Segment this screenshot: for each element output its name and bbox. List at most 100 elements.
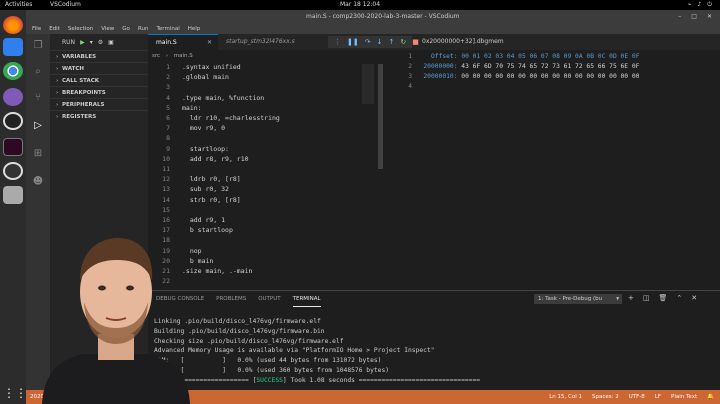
code-line[interactable]: ldrb r0, [r8] [182,175,241,183]
section-watch[interactable]: › WATCH [50,62,148,74]
emacs-icon[interactable] [3,88,23,106]
network-icon[interactable]: ⌁ [688,0,692,10]
activities-button[interactable]: Activities [5,0,32,10]
explorer-icon[interactable]: ❐ [32,40,44,52]
step-into-icon[interactable]: ↓ [377,38,383,46]
terminal-select[interactable]: 1: Task - Pre-Debug (bu ▾ [534,294,622,304]
success-suffix: ] Took 1.08 seconds ====================… [282,376,481,384]
source-control-icon[interactable]: ⑂ [32,92,44,104]
code-line[interactable]: mov r9, 0 [182,124,225,132]
gear-icon[interactable]: ⚙ [98,39,103,46]
tab-label: 0x20000000+32].dbgmem [422,38,504,45]
github-desktop-icon[interactable] [3,162,23,180]
code-line[interactable]: main: [182,104,202,112]
add-terminal-icon[interactable]: + [628,294,634,302]
status-language[interactable]: Plain Text [671,390,697,404]
vscodium-icon[interactable] [3,38,23,56]
section-variables[interactable]: › VARIABLES [50,50,148,62]
close-icon[interactable]: ✕ [691,294,697,302]
terminal-icon[interactable] [3,138,23,156]
power-icon[interactable]: ⏻ [707,0,712,10]
line-number: 3 [408,73,412,80]
status-eol[interactable]: LF [655,390,661,404]
maximize-icon[interactable]: □ [691,10,697,24]
menu-view[interactable]: View [101,24,114,34]
clock[interactable]: Mar 18 12:04 [340,0,380,10]
github-icon[interactable] [3,112,23,130]
search-icon[interactable]: ⌕ [32,66,44,78]
code-line[interactable]: .size main, .-main [182,267,252,275]
extensions-icon[interactable]: ⊞ [32,148,44,160]
line-number: 10 [162,154,170,163]
run-debug-icon[interactable]: ▷ [32,120,44,132]
code-line[interactable]: .type main, %function [182,94,264,102]
drag-handle-icon[interactable]: ⋮ [334,38,341,46]
code-line[interactable]: sub r0, 32 [182,185,229,193]
editor-scrollbar[interactable] [378,64,383,169]
start-debugging-icon[interactable]: ▶ [80,39,85,46]
firefox-icon[interactable] [3,16,23,34]
status-cursor-position[interactable]: Ln 15, Col 1 [549,390,582,404]
show-apps-icon[interactable]: ⋮⋮ [3,384,27,402]
debug-console-icon[interactable]: ▣ [108,39,114,46]
memory-view[interactable]: 1 Offset: 00 01 02 03 04 05 06 07 08 09 … [388,50,720,290]
step-over-icon[interactable]: ↷ [365,38,371,46]
files-icon[interactable] [3,186,23,204]
restart-icon[interactable]: ↻ [400,38,406,46]
step-out-icon[interactable]: ↑ [388,38,394,46]
system-top-bar: Activities VSCodium Mar 18 12:04 ⌁ ♪ ⏻ [0,0,720,10]
code-line[interactable]: .syntax unified [182,63,241,71]
code-line[interactable]: add r8, r9, r10 [182,155,249,163]
section-registers[interactable]: › REGISTERS [50,110,148,122]
breadcrumb-folder[interactable]: src [152,53,160,59]
terminal-line: Checking size .pio/build/disco_l476vg/fi… [154,337,344,345]
menu-go[interactable]: Go [122,24,130,34]
section-breakpoints[interactable]: › BREAKPOINTS [50,86,148,98]
close-icon[interactable]: ✕ [207,35,212,51]
terminal-output[interactable]: Linking .pio/build/disco_l476vg/firmware… [154,317,480,386]
split-terminal-icon[interactable]: ◫ [643,294,650,302]
breadcrumb: src › main.S [148,50,197,62]
webcam-overlay [40,222,192,404]
minimize-icon[interactable]: – [678,10,681,24]
chevron-up-icon[interactable]: ⌃ [676,294,682,302]
config-dropdown-icon[interactable]: ▾ [90,39,93,46]
menu-file[interactable]: File [32,24,41,34]
code-line[interactable]: ldr r10, =charlesstring [182,114,280,122]
code-line[interactable]: .global main [182,73,229,81]
menu-terminal[interactable]: Terminal [156,24,179,34]
minimap[interactable] [362,64,374,104]
status-indentation[interactable]: Spaces: 2 [592,390,619,404]
breadcrumb-file[interactable]: main.S [174,53,193,59]
hex-row: 1 Offset: 00 01 02 03 04 05 06 07 08 09 … [388,53,639,60]
tab-startup[interactable]: startup_stm32l476xx.s [218,34,328,50]
menu-edit[interactable]: Edit [49,24,60,34]
trash-icon[interactable]: 🗑 [659,294,668,302]
platformio-icon[interactable]: ☻ [32,176,44,188]
volume-icon[interactable]: ♪ [697,0,701,10]
menu-selection[interactable]: Selection [68,24,93,34]
bell-icon[interactable]: 🔔 [707,390,714,404]
chrome-icon[interactable] [3,62,23,80]
breadcrumb-separator: › [165,53,168,59]
code-line[interactable]: strb r0, [r8] [182,196,241,204]
section-label: WATCH [62,66,85,72]
tab-dbgmem[interactable]: 0x20000000+32].dbgmem [414,34,524,50]
menu-run[interactable]: Run [138,24,149,34]
close-icon[interactable]: ✕ [707,10,712,24]
tab-main-s[interactable]: main.S ✕ [148,34,218,50]
tab-terminal[interactable]: TERMINAL [292,291,321,307]
status-encoding[interactable]: UTF-8 [629,390,645,404]
menu-bar: File Edit Selection View Go Run Terminal… [26,24,720,34]
tab-output[interactable]: OUTPUT [258,291,280,307]
section-label: BREAKPOINTS [62,90,106,96]
menu-help[interactable]: Help [188,24,201,34]
section-call-stack[interactable]: › CALL STACK [50,74,148,86]
tab-problems[interactable]: PROBLEMS [216,291,246,307]
app-menu[interactable]: VSCodium [50,0,81,10]
section-peripherals[interactable]: › PERIPHERALS [50,98,148,110]
hex-address: 20000000: [423,63,458,70]
line-number: 6 [166,114,170,122]
pause-icon[interactable]: ❚❚ [347,38,359,46]
code-line[interactable]: startloop: [182,145,229,153]
